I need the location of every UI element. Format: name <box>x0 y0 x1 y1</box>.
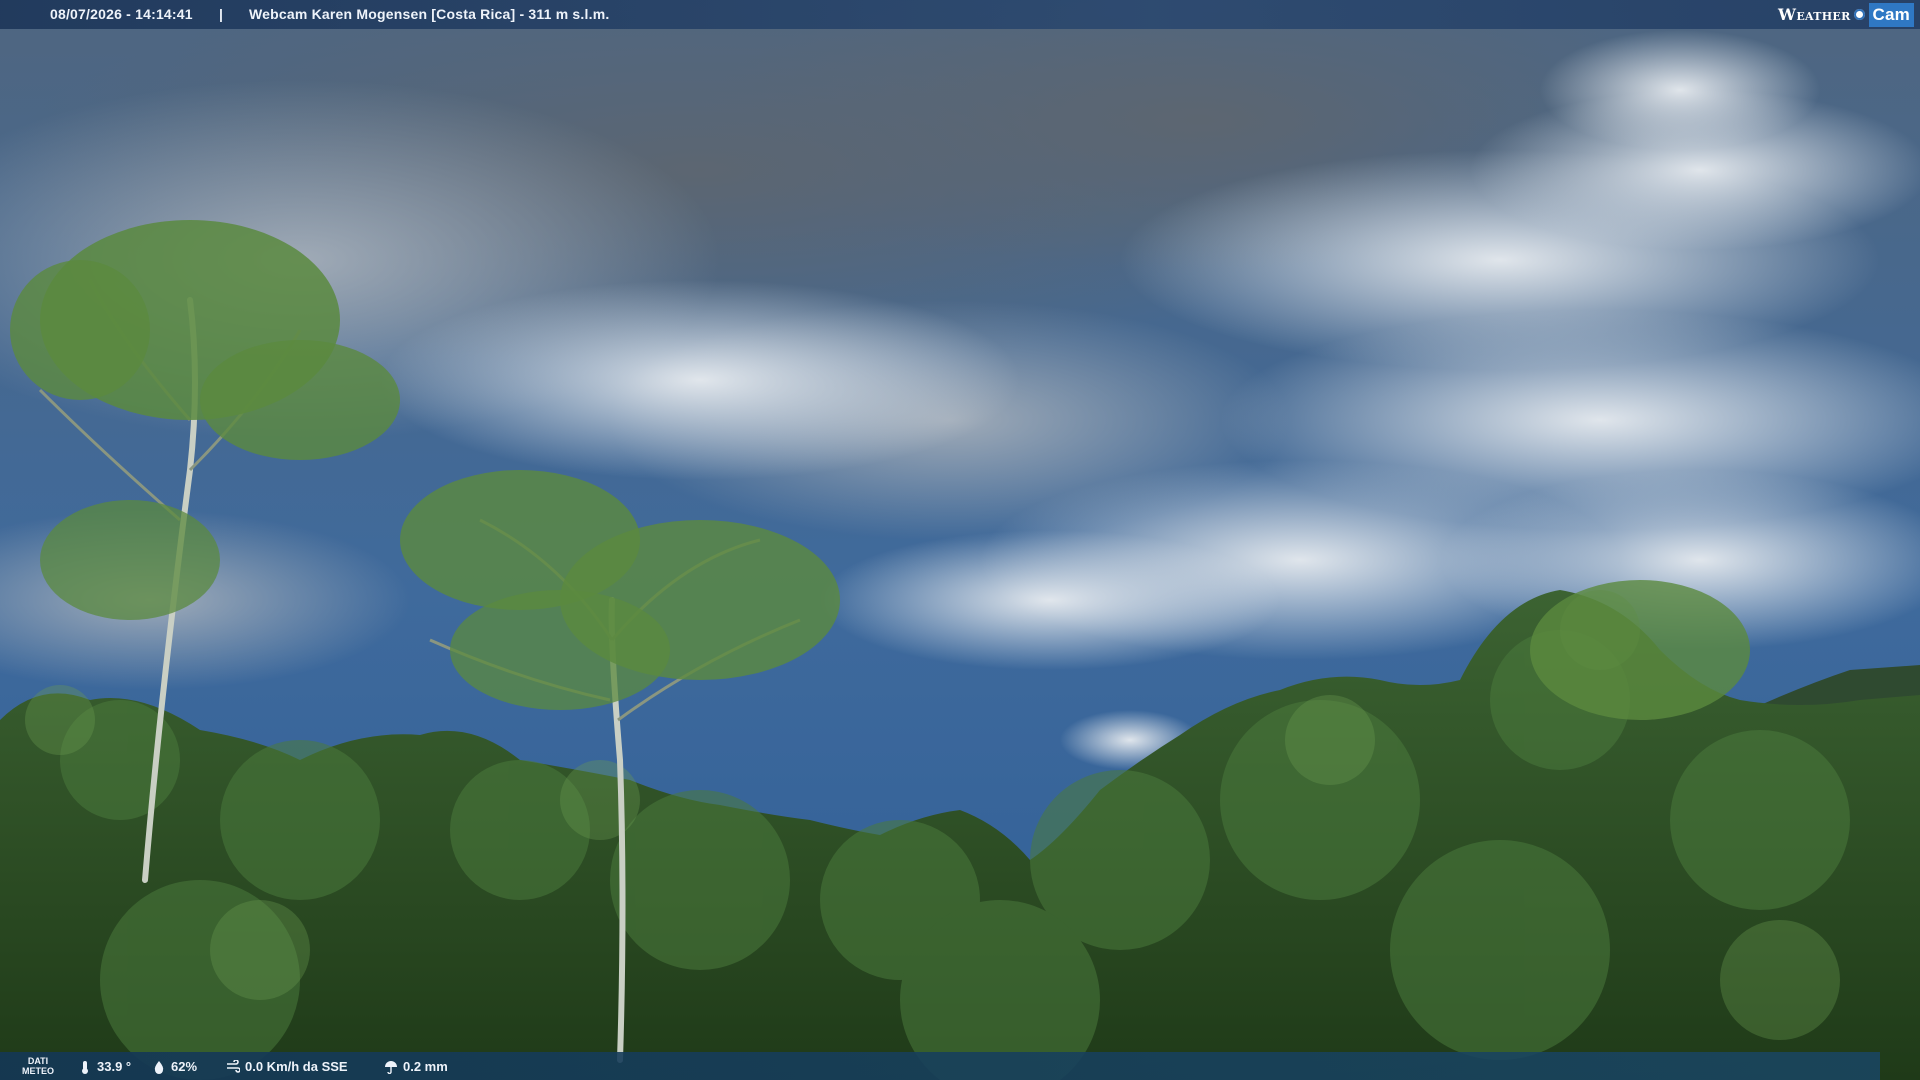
weather-data-bar: DATI METEO 33.9 ° 62% 0.0 Km/h da SSE 0.… <box>0 1052 1880 1080</box>
umbrella-icon <box>385 1060 397 1074</box>
weathercam-logo: Weather Cam <box>1770 0 1920 29</box>
separator: | <box>219 6 224 22</box>
rain-value: 0.2 mm <box>403 1059 448 1074</box>
logo-dot-icon <box>1853 9 1865 20</box>
humidity-icon <box>154 1060 164 1074</box>
meteo-label: DATI METEO <box>22 1056 54 1076</box>
wind-value: 0.0 Km/h da SSE <box>245 1059 348 1074</box>
timestamp: 08/07/2026 - 14:14:41 <box>50 6 193 22</box>
wind-readout: 0.0 Km/h da SSE <box>226 1059 348 1074</box>
top-info-bar: 08/07/2026 - 14:14:41 | Webcam Karen Mog… <box>0 0 1920 29</box>
logo-text-weather: Weather <box>1778 5 1851 24</box>
logo-text-cam: Cam <box>1868 2 1914 27</box>
meteo-label-line1: DATI <box>27 1056 49 1066</box>
humidity-readout: 62% <box>152 1059 197 1074</box>
thermometer-icon <box>82 1060 88 1074</box>
temperature-value: 33.9 ° <box>97 1059 132 1074</box>
meteo-label-line2: METEO <box>22 1066 55 1076</box>
humidity-value: 62% <box>171 1059 198 1074</box>
webcam-image <box>0 0 1920 1080</box>
temperature-readout: 33.9 ° <box>78 1059 131 1074</box>
rain-readout: 0.2 mm <box>384 1059 448 1074</box>
wind-icon <box>227 1059 240 1073</box>
webcam-caption: Webcam Karen Mogensen [Costa Rica] - 311… <box>249 6 610 22</box>
